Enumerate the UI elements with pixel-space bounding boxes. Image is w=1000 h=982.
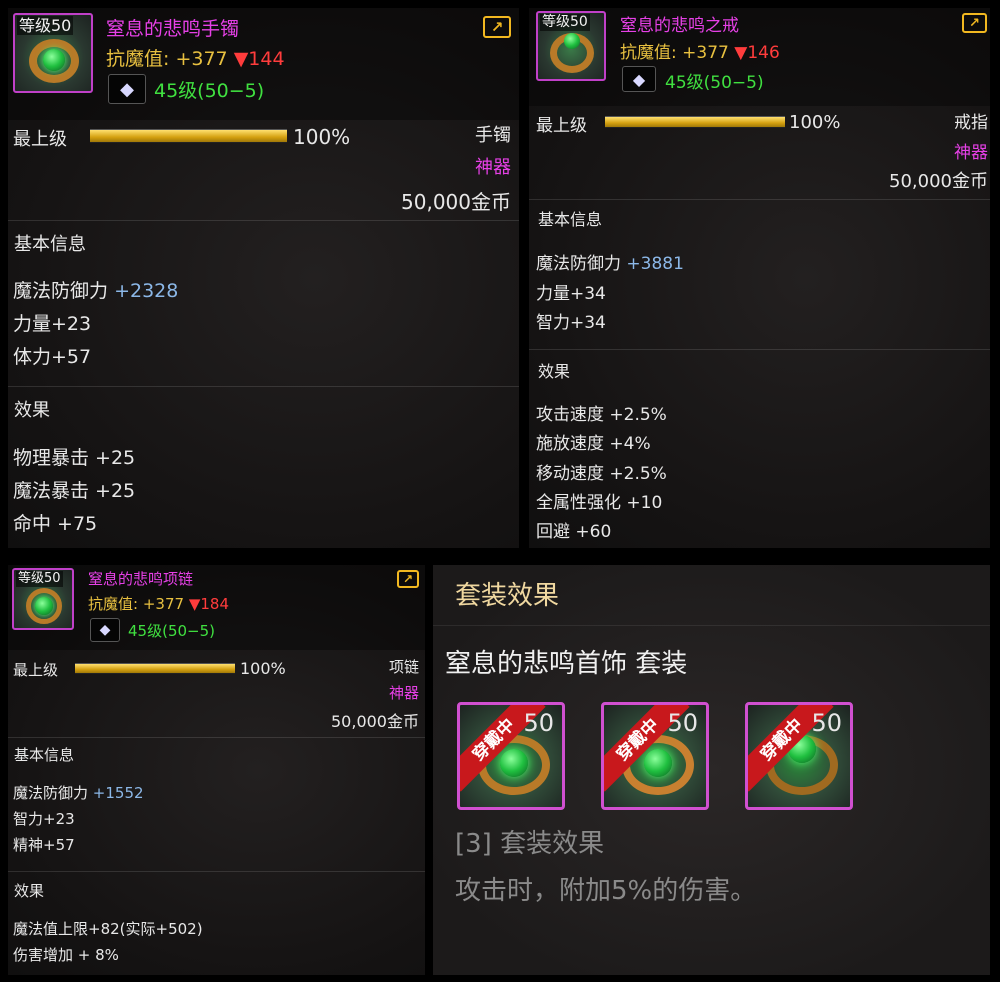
gem-level: 45级(50−5) xyxy=(154,80,265,102)
divider xyxy=(8,737,425,738)
resist-label: 抗魔值: xyxy=(106,48,170,70)
tooltip-header: 等级50 窒息的悲鸣项链 抗魔值: +377 ▼184 ◆ 45级(50−5) … xyxy=(8,565,425,650)
level-tag: 等级50 xyxy=(540,14,590,31)
set-item-necklace[interactable]: 穿戴中 50 xyxy=(457,702,565,810)
rank-percent: 100% xyxy=(293,125,351,149)
effect-line: 施放速度 +4% xyxy=(536,434,651,454)
share-icon[interactable]: ↗ xyxy=(483,16,511,38)
set-item-ring[interactable]: 穿戴中 50 xyxy=(745,702,853,810)
effect-line: 移动速度 +2.5% xyxy=(536,464,667,484)
rank-bar-fill xyxy=(90,130,287,142)
divider xyxy=(529,349,990,350)
set-bonus-text: 攻击时，附加5%的伤害。 xyxy=(455,876,757,906)
divider xyxy=(433,625,990,626)
stat-line: 精神+57 xyxy=(13,836,75,854)
rank-label: 最上级 xyxy=(13,661,59,679)
item-tooltip-ring: 等级50 窒息的悲鸣之戒 抗魔值: +377 ▼146 ◆ 45级(50−5) … xyxy=(529,8,990,548)
stat-line: 魔法防御力 +1552 xyxy=(13,784,144,802)
stat-line: 魔法防御力 +3881 xyxy=(536,254,684,274)
ring-icon[interactable]: 等级50 xyxy=(536,11,606,81)
stat-line: 体力+57 xyxy=(13,346,92,368)
effect-line: 魔法暴击 +25 xyxy=(13,480,136,502)
rank-percent: 100% xyxy=(789,112,841,133)
stat-line: 力量+23 xyxy=(13,313,92,335)
effect-line: 全属性强化 +10 xyxy=(536,493,663,513)
price: 50,000金币 xyxy=(401,190,511,214)
slot-type: 手镯 xyxy=(475,125,511,146)
effect-line: 命中 +75 xyxy=(13,513,98,535)
set-panel-title: 套装效果 xyxy=(455,581,560,611)
gem-level: 45级(50−5) xyxy=(665,73,764,93)
price: 50,000金币 xyxy=(331,712,419,731)
effect-line: 物理暴击 +25 xyxy=(13,447,136,469)
stat-line: 智力+34 xyxy=(536,313,606,333)
effect-header: 效果 xyxy=(538,362,571,381)
diamond-icon[interactable]: ◆ xyxy=(108,74,146,104)
divider xyxy=(8,220,519,221)
basic-info-header: 基本信息 xyxy=(538,210,603,229)
divider xyxy=(529,199,990,200)
stat-line: 智力+23 xyxy=(13,810,75,828)
necklace-icon[interactable]: 等级50 xyxy=(12,568,74,630)
effect-line: 攻击速度 +2.5% xyxy=(536,405,667,425)
share-icon[interactable]: ↗ xyxy=(397,570,419,588)
share-icon[interactable]: ↗ xyxy=(962,13,987,33)
rank-bar xyxy=(75,663,235,674)
effect-line: 魔法值上限+82(实际+502) xyxy=(13,920,203,938)
effect-header: 效果 xyxy=(14,882,45,900)
item-tooltip-necklace: 等级50 窒息的悲鸣项链 抗魔值: +377 ▼184 ◆ 45级(50−5) … xyxy=(8,565,425,975)
item-name: 窒息的悲鸣之戒 xyxy=(620,16,739,36)
gem-shape xyxy=(564,33,580,49)
rank-label: 最上级 xyxy=(536,116,587,136)
effect-line: 回避 +60 xyxy=(536,522,612,542)
price: 50,000金币 xyxy=(889,171,988,192)
stat-line: 魔法防御力 +2328 xyxy=(13,280,179,302)
rank-percent: 100% xyxy=(240,659,286,678)
rank-label: 最上级 xyxy=(13,129,67,150)
effect-line: 伤害增加 + 8% xyxy=(13,946,119,964)
set-item-bracelet[interactable]: 穿戴中 50 xyxy=(601,702,709,810)
resist-down: ▼144 xyxy=(233,48,285,70)
resist-up: +377 xyxy=(175,48,228,70)
slot-type: 项链 xyxy=(388,658,419,676)
divider xyxy=(8,871,425,872)
rarity-label: 神器 xyxy=(475,157,511,178)
level-tag: 等级50 xyxy=(17,16,74,36)
rank-bar xyxy=(605,116,785,128)
item-name: 窒息的悲鸣手镯 xyxy=(106,18,240,40)
resist-line: 抗魔值: +377 ▼146 xyxy=(620,43,780,63)
rarity-label: 神器 xyxy=(954,143,988,163)
rank-bar xyxy=(90,129,287,143)
gem-shape xyxy=(644,749,672,777)
set-name: 窒息的悲鸣首饰 套装 xyxy=(445,649,688,679)
rank-bar-fill xyxy=(75,664,235,673)
set-item-level: 50 xyxy=(667,709,698,737)
diamond-icon[interactable]: ◆ xyxy=(90,618,120,642)
set-item-level: 50 xyxy=(523,709,554,737)
gem-level: 45级(50−5) xyxy=(128,622,215,640)
set-item-level: 50 xyxy=(811,709,842,737)
stat-line: 力量+34 xyxy=(536,284,606,304)
effect-header: 效果 xyxy=(14,400,50,421)
set-bonus-header: [3] 套装效果 xyxy=(455,829,605,859)
resist-line: 抗魔值: +377 ▼184 xyxy=(88,595,229,613)
bracelet-icon[interactable]: 等级50 xyxy=(13,13,93,93)
gem-shape xyxy=(35,597,53,615)
basic-info-header: 基本信息 xyxy=(14,234,86,255)
rank-bar-fill xyxy=(605,117,785,127)
set-effect-panel: 套装效果 窒息的悲鸣首饰 套装 穿戴中 50 穿戴中 50 穿戴中 50 [3]… xyxy=(433,565,990,975)
level-tag: 等级50 xyxy=(16,571,63,587)
resist-line: 抗魔值: +377 ▼144 xyxy=(106,44,285,71)
item-name: 窒息的悲鸣项链 xyxy=(88,570,194,588)
diamond-icon[interactable]: ◆ xyxy=(622,66,656,92)
rarity-label: 神器 xyxy=(388,684,419,702)
gem-shape xyxy=(43,49,65,71)
tooltip-header: 等级50 窒息的悲鸣之戒 抗魔值: +377 ▼146 ◆ 45级(50−5) … xyxy=(529,8,990,106)
gem-shape xyxy=(500,749,528,777)
item-tooltip-bracelet: 等级50 窒息的悲鸣手镯 抗魔值: +377 ▼144 ◆ 45级(50−5) … xyxy=(8,8,519,548)
slot-type: 戒指 xyxy=(954,113,988,133)
basic-info-header: 基本信息 xyxy=(14,746,75,764)
tooltip-header: 等级50 窒息的悲鸣手镯 抗魔值: +377 ▼144 ◆ 45级(50−5) … xyxy=(8,8,519,120)
divider xyxy=(8,386,519,387)
